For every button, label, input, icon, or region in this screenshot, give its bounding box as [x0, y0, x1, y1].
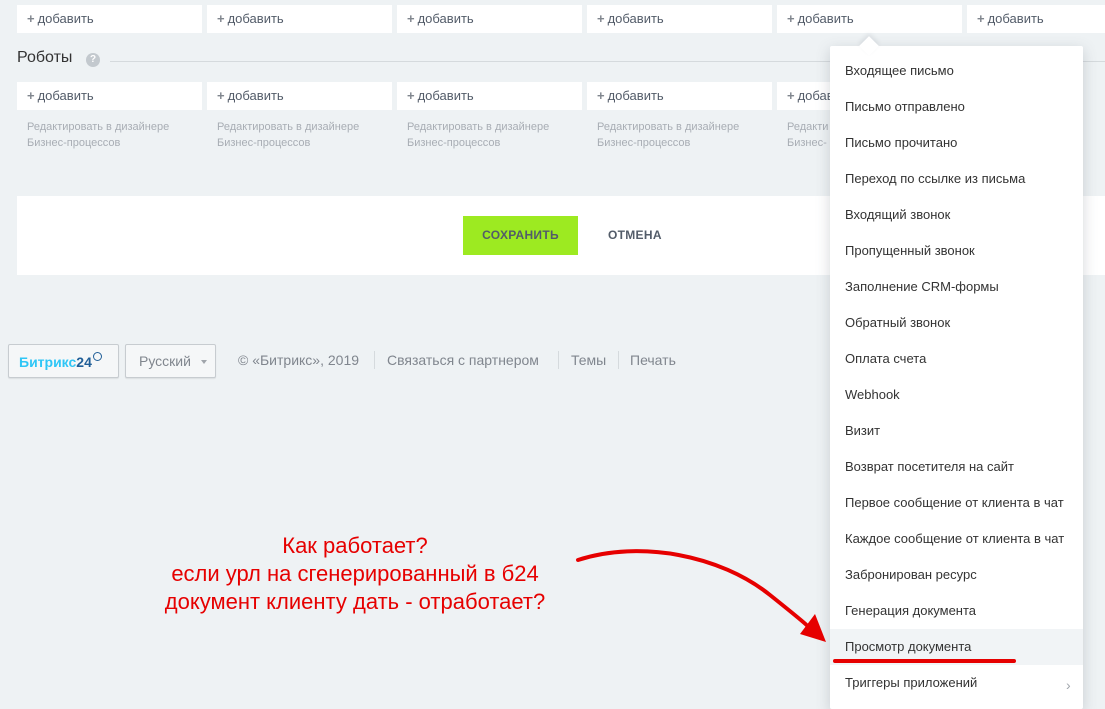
add-label: добавить — [37, 88, 94, 103]
trigger-add-button-3[interactable]: + добавить — [397, 5, 582, 33]
menu-item[interactable]: Webhook — [830, 377, 1083, 413]
designer-hint-2[interactable]: Редактировать в дизайнере Бизнес-процессо… — [217, 119, 397, 151]
trigger-add-button-5[interactable]: + добавить — [777, 5, 962, 33]
robots-section-title: Роботы — [17, 49, 73, 66]
plus-icon: + — [217, 11, 225, 26]
save-button[interactable]: СОХРАНИТЬ — [463, 216, 578, 255]
chevron-right-icon: › — [1066, 677, 1071, 693]
add-label: добавить — [37, 11, 94, 26]
annotation-line: если урл на сгенерированный в б24 — [171, 561, 539, 586]
footer-divider — [618, 351, 619, 369]
menu-item[interactable]: Генерация документа — [830, 593, 1083, 629]
menu-item[interactable]: Визит — [830, 413, 1083, 449]
logo-number: 24 — [76, 354, 92, 370]
bitrix24-logo[interactable]: Битрикс24 — [8, 344, 119, 378]
hint-line: Редактировать в дизайнере — [597, 121, 740, 133]
help-icon[interactable]: ? — [86, 53, 100, 67]
menu-item[interactable]: Входящее письмо — [830, 53, 1083, 89]
plus-icon: + — [597, 88, 605, 103]
add-label: добавить — [607, 11, 664, 26]
designer-hint-1[interactable]: Редактировать в дизайнере Бизнес-процессо… — [27, 119, 207, 151]
designer-hint-3[interactable]: Редактировать в дизайнере Бизнес-процессо… — [407, 119, 587, 151]
menu-item[interactable]: Каждое сообщение от клиента в чат — [830, 521, 1083, 557]
add-label: добавить — [987, 11, 1044, 26]
hint-line: Бизнес-процессов — [27, 137, 121, 149]
plus-icon: + — [27, 88, 35, 103]
clock-icon — [92, 352, 102, 361]
add-label: добавить — [227, 11, 284, 26]
hint-line: Бизнес-процессов — [597, 137, 691, 149]
logo-text: Битрикс — [19, 354, 77, 370]
trigger-add-button-1[interactable]: + добавить — [17, 5, 202, 33]
annotation-underline — [833, 659, 1016, 663]
menu-item[interactable]: Оплата счета — [830, 341, 1083, 377]
language-value: Русский — [139, 353, 191, 369]
plus-icon: + — [597, 11, 605, 26]
hint-line: Бизнес- — [787, 137, 827, 149]
menu-item[interactable]: Входящий звонок — [830, 197, 1083, 233]
plus-icon: + — [787, 88, 795, 103]
annotation-line: Как работает? — [282, 533, 428, 558]
designer-hint-4[interactable]: Редактировать в дизайнере Бизнес-процессо… — [597, 119, 777, 151]
menu-item[interactable]: Первое сообщение от клиента в чат — [830, 485, 1083, 521]
robot-add-button-1[interactable]: + добавить — [17, 82, 202, 110]
menu-item[interactable]: Заполнение CRM-формы — [830, 269, 1083, 305]
robot-add-button-4[interactable]: + добавить — [587, 82, 772, 110]
themes-link[interactable]: Темы — [571, 352, 606, 368]
plus-icon: + — [787, 11, 795, 26]
hint-line: Редактировать в дизайнере — [407, 121, 550, 133]
hint-line: Бизнес-процессов — [407, 137, 501, 149]
annotation-line: документ клиенту дать - отработает? — [164, 589, 546, 614]
plus-icon: + — [407, 11, 415, 26]
copyright-text: © «Битрикс», 2019 — [238, 352, 360, 368]
menu-item[interactable]: Пропущенный звонок — [830, 233, 1083, 269]
footer-divider — [374, 351, 375, 369]
menu-item-submenu[interactable]: Триггеры приложений — [830, 665, 1083, 701]
add-label: добавить — [227, 88, 284, 103]
plus-icon: + — [977, 11, 985, 26]
designer-hint-5[interactable]: Редакти Бизнес- — [787, 119, 830, 151]
hint-line: Редактировать в дизайнере — [27, 121, 170, 133]
menu-item[interactable]: Письмо прочитано — [830, 125, 1083, 161]
robot-add-button-3[interactable]: + добавить — [397, 82, 582, 110]
add-label: добавить — [607, 88, 664, 103]
trigger-add-button-6[interactable]: + добавить — [967, 5, 1105, 33]
hint-line: Бизнес-процессов — [217, 137, 311, 149]
print-link[interactable]: Печать — [630, 352, 676, 368]
hint-line: Редакти — [787, 121, 829, 133]
annotation-text: Как работает? если урл на сгенерированны… — [130, 532, 580, 616]
partner-link[interactable]: Связаться с партнером — [387, 352, 539, 368]
hint-line: Редактировать в дизайнере — [217, 121, 360, 133]
plus-icon: + — [27, 11, 35, 26]
menu-item[interactable]: Возврат посетителя на сайт — [830, 449, 1083, 485]
language-select[interactable]: Русский — [125, 344, 216, 378]
add-label: добавить — [417, 88, 474, 103]
trigger-add-button-2[interactable]: + добавить — [207, 5, 392, 33]
menu-item[interactable]: Забронирован ресурс — [830, 557, 1083, 593]
menu-item[interactable]: Переход по ссылке из письма — [830, 161, 1083, 197]
cancel-button[interactable]: ОТМЕНА — [608, 216, 662, 255]
trigger-add-button-4[interactable]: + добавить — [587, 5, 772, 33]
add-label: добавить — [417, 11, 474, 26]
menu-item[interactable]: Обратный звонок — [830, 305, 1083, 341]
add-label: добавить — [797, 11, 854, 26]
footer-divider — [558, 351, 559, 369]
robot-add-button-5[interactable]: + добавить — [777, 82, 854, 110]
plus-icon: + — [407, 88, 415, 103]
menu-item[interactable]: Письмо отправлено — [830, 89, 1083, 125]
robot-add-button-2[interactable]: + добавить — [207, 82, 392, 110]
plus-icon: + — [217, 88, 225, 103]
chevron-down-icon — [201, 360, 207, 364]
